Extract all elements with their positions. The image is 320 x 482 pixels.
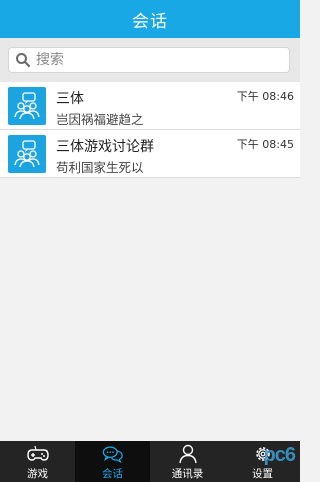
group-avatar-icon: [8, 87, 46, 125]
conversation-item[interactable]: 三体 岂因祸福避趋之 下午 08:46: [0, 82, 300, 130]
conversation-title: 三体: [56, 91, 84, 107]
tab-contacts-label: 通讯录: [171, 468, 204, 480]
conversation-last-message: 岂因祸福避趋之: [56, 112, 144, 127]
conversation-time: 下午 08:45: [236, 138, 294, 151]
group-avatar-icon: [8, 135, 46, 173]
page-title: 会话: [132, 11, 168, 32]
watermark-logo: pc6: [263, 444, 296, 466]
search-bar: [0, 38, 300, 82]
conversation-list: 三体 岂因祸福避趋之 下午 08:46 三体游戏讨论群 苟利国家生死以 下午 0…: [0, 82, 300, 178]
chat-bubbles-icon: [102, 444, 124, 464]
tab-settings-label: 设置: [252, 468, 273, 480]
conversation-title: 三体游戏讨论群: [56, 139, 154, 155]
search-icon: [14, 51, 32, 69]
conversation-item[interactable]: 三体游戏讨论群 苟利国家生死以 下午 08:45: [0, 130, 300, 178]
search-input[interactable]: [36, 52, 276, 68]
tab-contacts[interactable]: 通讯录: [150, 441, 225, 482]
bottom-tab-bar: 游戏 会话 通讯录 设置 pc6: [0, 441, 300, 482]
contact-person-icon: [177, 444, 199, 464]
tab-conversations-label: 会话: [102, 468, 123, 480]
tab-games[interactable]: 游戏: [0, 441, 75, 482]
conversation-last-message: 苟利国家生死以: [56, 160, 144, 175]
app-header: 会话: [0, 0, 300, 38]
search-box[interactable]: [8, 47, 290, 73]
tab-games-label: 游戏: [27, 468, 48, 480]
conversation-time: 下午 08:46: [236, 90, 294, 103]
tab-conversations[interactable]: 会话: [75, 441, 150, 482]
gamepad-icon: [26, 444, 49, 464]
